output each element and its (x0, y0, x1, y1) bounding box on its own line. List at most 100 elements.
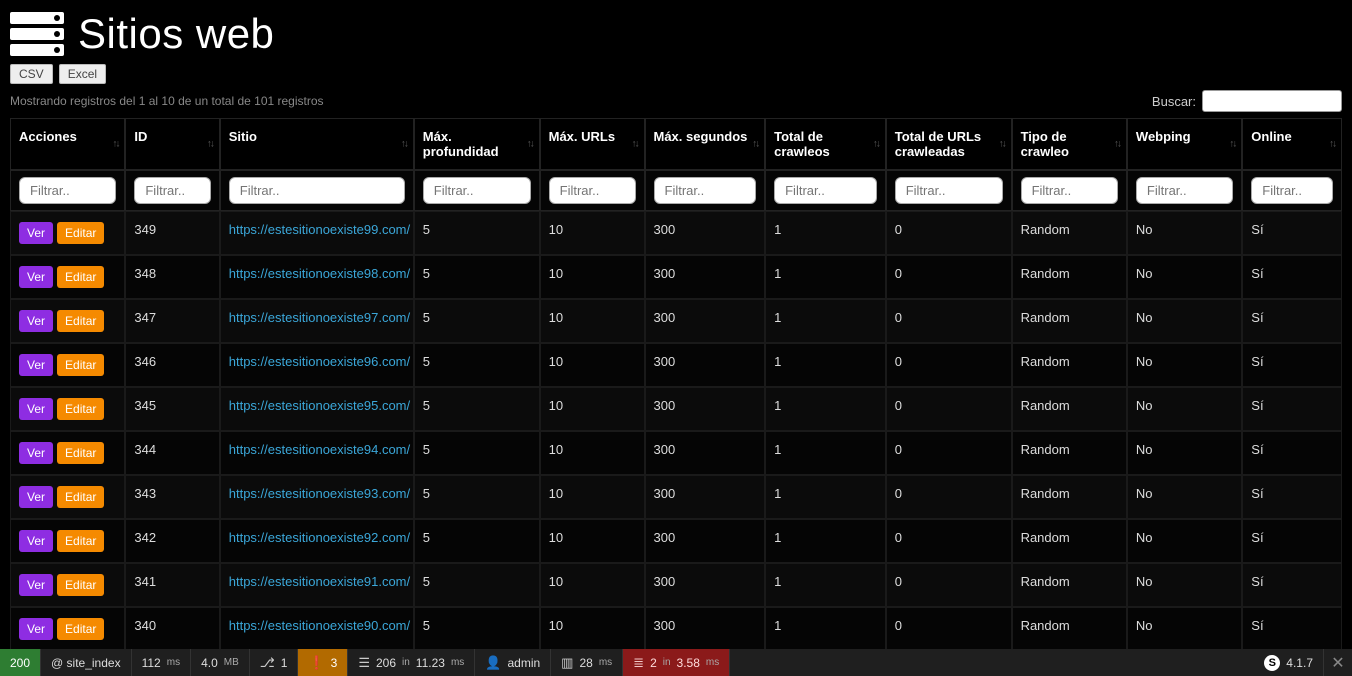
cell-sitio: https://estesitionoexiste95.com/ (220, 387, 414, 431)
cell-tipo: Random (1012, 387, 1127, 431)
cell-total-crawleos: 1 (765, 343, 886, 387)
column-header-murls[interactable]: Máx. URLs↑↓ (540, 118, 645, 170)
debug-warnings[interactable]: ❗ 3 (298, 649, 348, 676)
site-link[interactable]: https://estesitionoexiste93.com/ (229, 486, 410, 501)
site-link[interactable]: https://estesitionoexiste91.com/ (229, 574, 410, 589)
debug-memory[interactable]: 4.0MB (191, 649, 250, 676)
column-header-online[interactable]: Online↑↓ (1242, 118, 1342, 170)
filter-input-online[interactable] (1251, 177, 1333, 204)
filter-input-prof[interactable] (423, 177, 531, 204)
cell-webping: No (1127, 431, 1242, 475)
filter-input-turls[interactable] (895, 177, 1003, 204)
user-icon: 👤 (485, 655, 501, 671)
view-button[interactable]: Ver (19, 354, 53, 376)
cell-webping: No (1127, 343, 1242, 387)
view-button[interactable]: Ver (19, 530, 53, 552)
cell-sitio: https://estesitionoexiste90.com/ (220, 607, 414, 651)
column-header-tipo[interactable]: Tipo de crawleo↑↓ (1012, 118, 1127, 170)
cell-online: Sí (1242, 387, 1342, 431)
view-button[interactable]: Ver (19, 222, 53, 244)
column-header-prof[interactable]: Máx. profundidad↑↓ (414, 118, 540, 170)
export-excel-button[interactable]: Excel (59, 64, 106, 84)
cell-sitio: https://estesitionoexiste91.com/ (220, 563, 414, 607)
cell-sitio: https://estesitionoexiste94.com/ (220, 431, 414, 475)
column-header-turls[interactable]: Total de URLs crawleadas↑↓ (886, 118, 1012, 170)
debug-db[interactable]: ≣ 2 in 3.58 ms (623, 649, 730, 676)
cell-webping: No (1127, 387, 1242, 431)
site-link[interactable]: https://estesitionoexiste96.com/ (229, 354, 410, 369)
site-link[interactable]: https://estesitionoexiste98.com/ (229, 266, 410, 281)
filter-input-tcraw[interactable] (774, 177, 877, 204)
warning-icon: ❗ (308, 655, 324, 671)
cell-tipo: Random (1012, 255, 1127, 299)
filter-input-ping[interactable] (1136, 177, 1233, 204)
debug-twig[interactable]: ▥ 28 ms (551, 649, 623, 676)
layers-icon: ☰ (358, 655, 370, 671)
filter-input-murls[interactable] (549, 177, 636, 204)
cell-max-seg: 300 (645, 475, 766, 519)
edit-button[interactable]: Editar (57, 354, 104, 376)
view-button[interactable]: Ver (19, 618, 53, 640)
filter-input-id[interactable] (134, 177, 210, 204)
debug-close-button[interactable]: ✕ (1324, 649, 1352, 676)
export-csv-button[interactable]: CSV (10, 64, 53, 84)
edit-button[interactable]: Editar (57, 442, 104, 464)
debug-branch[interactable]: ⎇ 1 (250, 649, 299, 676)
column-header-id[interactable]: ID↑↓ (125, 118, 219, 170)
search-input[interactable] (1202, 90, 1342, 112)
site-link[interactable]: https://estesitionoexiste92.com/ (229, 530, 410, 545)
view-button[interactable]: Ver (19, 574, 53, 596)
filter-input-tipo[interactable] (1021, 177, 1118, 204)
filter-input-mseg[interactable] (654, 177, 757, 204)
view-button[interactable]: Ver (19, 266, 53, 288)
template-icon: ▥ (561, 655, 573, 671)
edit-button[interactable]: Editar (57, 222, 104, 244)
cell-webping: No (1127, 211, 1242, 255)
cell-id: 340 (125, 607, 219, 651)
debug-route[interactable]: @ site_index (41, 649, 132, 676)
sort-icon: ↑↓ (1114, 139, 1120, 150)
column-header-sitio[interactable]: Sitio↑↓ (220, 118, 414, 170)
column-header-mseg[interactable]: Máx. segundos↑↓ (645, 118, 766, 170)
view-button[interactable]: Ver (19, 310, 53, 332)
edit-button[interactable]: Editar (57, 310, 104, 332)
site-link[interactable]: https://estesitionoexiste95.com/ (229, 398, 410, 413)
debug-user[interactable]: 👤 admin (475, 649, 551, 676)
close-icon: ✕ (1331, 653, 1344, 673)
column-header-ping[interactable]: Webping↑↓ (1127, 118, 1242, 170)
debug-symfony-version[interactable]: S 4.1.7 (1254, 649, 1324, 676)
debug-time[interactable]: 112ms (132, 649, 191, 676)
view-button[interactable]: Ver (19, 486, 53, 508)
cell-max-urls: 10 (540, 299, 645, 343)
filter-input-sitio[interactable] (229, 177, 405, 204)
cell-total-urls: 0 (886, 431, 1012, 475)
cell-tipo: Random (1012, 563, 1127, 607)
edit-button[interactable]: Editar (57, 574, 104, 596)
filter-input-acciones[interactable] (19, 177, 116, 204)
site-link[interactable]: https://estesitionoexiste90.com/ (229, 618, 410, 633)
site-link[interactable]: https://estesitionoexiste99.com/ (229, 222, 410, 237)
table-row: VerEditar345https://estesitionoexiste95.… (10, 387, 1342, 431)
site-link[interactable]: https://estesitionoexiste94.com/ (229, 442, 410, 457)
site-link[interactable]: https://estesitionoexiste97.com/ (229, 310, 410, 325)
column-header-tcraw[interactable]: Total de crawleos↑↓ (765, 118, 886, 170)
edit-button[interactable]: Editar (57, 398, 104, 420)
sort-icon: ↑↓ (1229, 139, 1235, 150)
debug-status[interactable]: 200 (0, 649, 41, 676)
edit-button[interactable]: Editar (57, 486, 104, 508)
column-header-acciones[interactable]: Acciones↑↓ (10, 118, 125, 170)
edit-button[interactable]: Editar (57, 530, 104, 552)
edit-button[interactable]: Editar (57, 618, 104, 640)
edit-button[interactable]: Editar (57, 266, 104, 288)
cell-total-crawleos: 1 (765, 299, 886, 343)
cell-max-seg: 300 (645, 211, 766, 255)
view-button[interactable]: Ver (19, 442, 53, 464)
cell-max-urls: 10 (540, 343, 645, 387)
sort-icon: ↑↓ (401, 139, 407, 150)
cell-webping: No (1127, 519, 1242, 563)
view-button[interactable]: Ver (19, 398, 53, 420)
cell-prof: 5 (414, 343, 540, 387)
cell-online: Sí (1242, 519, 1342, 563)
debug-stack[interactable]: ☰ 206 in 11.23 ms (348, 649, 475, 676)
database-icon: ≣ (633, 655, 644, 671)
